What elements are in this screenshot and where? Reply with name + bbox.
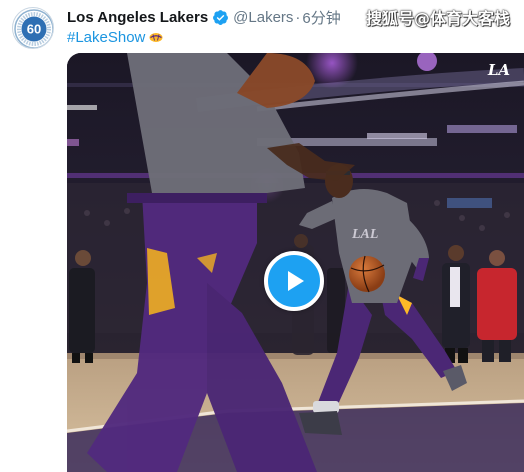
avatar-text: 60 [27, 22, 41, 37]
hashtag-link[interactable]: #LakeShow [67, 29, 145, 46]
tweet-text: #LakeShow [67, 27, 163, 47]
play-icon [288, 271, 304, 291]
basketball-emoji-icon [149, 30, 163, 44]
verified-badge-icon [212, 9, 229, 26]
play-button[interactable] [264, 251, 324, 311]
user-handle[interactable]: @Lakers [233, 9, 293, 26]
lakers-60th-avatar[interactable]: 60 [12, 7, 54, 49]
tweet-header: Los Angeles Lakers @Lakers · 6分钟 [67, 7, 341, 27]
display-name[interactable]: Los Angeles Lakers [67, 9, 208, 26]
anniversary-logo-icon: 60 [14, 9, 53, 48]
tweet-card: 60 Los Angeles Lakers @Lakers · 6分钟 搜狐号@… [0, 0, 524, 472]
tweet-timestamp[interactable]: 6分钟 [302, 7, 340, 28]
source-watermark: 搜狐号@体育大客栈 [365, 9, 510, 28]
meta-separator: · [295, 8, 301, 26]
lakers-corner-logo: LA [487, 61, 510, 79]
svg-text:LAL: LAL [351, 227, 378, 242]
video-player[interactable]: LAL LA [67, 53, 524, 472]
